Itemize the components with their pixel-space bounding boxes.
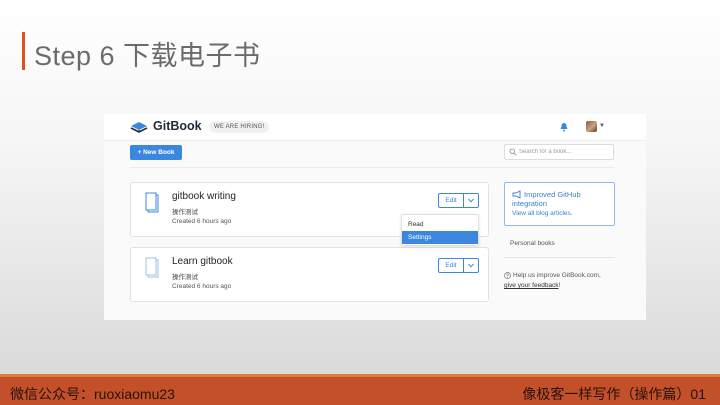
feedback-link[interactable]: give your feedback: [504, 282, 559, 289]
gitbook-logo-icon[interactable]: [130, 120, 148, 134]
book-options-menu: Read Settings: [401, 214, 479, 246]
help-text: Help us improve GitBook.com,: [513, 272, 601, 279]
personal-books-label[interactable]: Personal books: [510, 240, 555, 247]
sidebar-divider: [504, 257, 615, 258]
help-icon: [504, 272, 511, 279]
chevron-down-icon: [468, 263, 474, 268]
menu-item-read[interactable]: Read: [402, 218, 478, 231]
search-input[interactable]: [519, 146, 611, 158]
blog-promo-card[interactable]: Improved GitHub integration View all blo…: [504, 182, 615, 226]
gitbook-screenshot: GitBook WE ARE HIRING! ▼ + New Book gitb…: [104, 114, 646, 320]
search-box[interactable]: [504, 144, 614, 160]
new-book-button[interactable]: + New Book: [130, 145, 182, 160]
book-timestamp: Created 6 hours ago: [172, 218, 232, 225]
hiring-badge[interactable]: WE ARE HIRING!: [209, 121, 270, 133]
search-icon: [509, 148, 517, 156]
book-options-button[interactable]: [463, 258, 479, 273]
book-title[interactable]: Learn gitbook: [172, 256, 233, 267]
book-card[interactable]: Learn gitbook 操作测试 Created 6 hours ago E…: [130, 247, 489, 302]
book-description: 操作测试: [172, 209, 198, 216]
chevron-down-icon[interactable]: ▼: [599, 123, 605, 129]
title-accent-bar: [22, 32, 25, 70]
slide-title: Step 6 下载电子书: [34, 41, 261, 71]
promo-title[interactable]: Improved GitHub integration: [512, 190, 612, 208]
user-avatar[interactable]: [586, 121, 597, 132]
chevron-down-icon: [468, 198, 474, 203]
edit-button[interactable]: Edit: [438, 258, 464, 273]
blog-articles-link[interactable]: View all blog articles.: [512, 210, 573, 217]
feedback-suffix: !: [558, 282, 561, 289]
top-navbar: GitBook WE ARE HIRING! ▼: [104, 114, 646, 141]
edit-button[interactable]: Edit: [438, 193, 464, 208]
footer-series-title: 像极客一样写作（操作篇）01: [522, 386, 706, 402]
book-description: 操作测试: [172, 274, 198, 281]
book-icon: [145, 257, 159, 278]
feedback-line: give your feedback!: [504, 282, 560, 289]
book-options-button[interactable]: [463, 193, 479, 208]
menu-item-settings[interactable]: Settings: [402, 231, 478, 244]
book-timestamp: Created 6 hours ago: [172, 283, 232, 290]
notification-bell-icon[interactable]: [559, 122, 569, 132]
book-title[interactable]: gitbook writing: [172, 191, 236, 202]
brand-name[interactable]: GitBook: [153, 119, 202, 133]
footer-wechat-account: 微信公众号：ruoxiaomu23: [10, 386, 175, 402]
header-divider: [130, 167, 614, 168]
book-icon: [145, 192, 159, 213]
footer-bar: 微信公众号：ruoxiaomu23 像极客一样写作（操作篇）01: [0, 374, 720, 405]
